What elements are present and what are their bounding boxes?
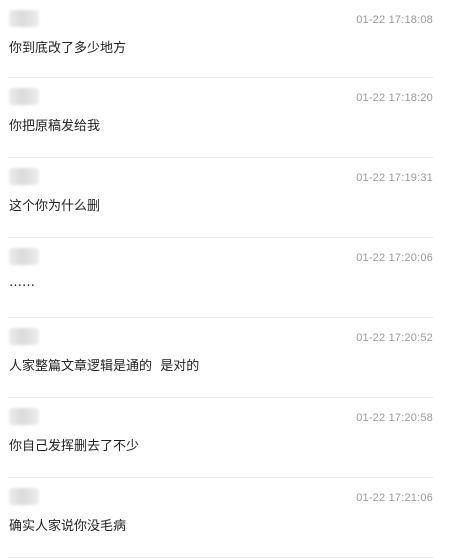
comment-text: 你自己发挥删去了不少 [9, 439, 140, 454]
comment-timestamp: 01-22 17:20:52 [356, 332, 433, 344]
blurred-username [9, 248, 39, 265]
comment-timestamp: 01-22 17:21:06 [356, 492, 433, 504]
comment-text: 确实人家说你没毛病 [9, 519, 127, 534]
blurred-username [9, 488, 39, 505]
blurred-username [9, 328, 39, 345]
blurred-username [9, 88, 39, 105]
comment-item: 01-22 17:20:58 你自己发挥删去了不少 [8, 398, 433, 478]
comment-text: 人家整篇文章逻辑是通的 是对的 [9, 359, 200, 374]
comment-timestamp: 01-22 17:20:06 [356, 252, 433, 264]
comment-list: 01-22 17:18:08 你到底改了多少地方 01-22 17:18:20 … [8, 0, 433, 558]
comment-timestamp: 01-22 17:19:31 [356, 172, 433, 184]
comment-text: 你到底改了多少地方 [9, 41, 127, 56]
comment-timestamp: 01-22 17:18:08 [356, 14, 433, 26]
comment-text: …… [9, 275, 35, 290]
comment-text: 这个你为什么删 [9, 199, 101, 214]
comment-timestamp: 01-22 17:18:20 [356, 92, 433, 104]
comment-item: 01-22 17:18:08 你到底改了多少地方 [8, 0, 433, 78]
comment-item: 01-22 17:18:20 你把原稿发给我 [8, 78, 433, 158]
comment-item: 01-22 17:19:31 这个你为什么删 [8, 158, 433, 238]
blurred-username [9, 408, 39, 425]
blurred-username [9, 168, 39, 185]
comment-item: 01-22 17:21:06 确实人家说你没毛病 [8, 478, 433, 558]
comment-text: 你把原稿发给我 [9, 119, 101, 134]
comment-item: 01-22 17:20:52 人家整篇文章逻辑是通的 是对的 [8, 318, 433, 398]
comment-item: 01-22 17:20:06 …… [8, 238, 433, 318]
blurred-username [9, 10, 39, 27]
comment-timestamp: 01-22 17:20:58 [356, 412, 433, 424]
